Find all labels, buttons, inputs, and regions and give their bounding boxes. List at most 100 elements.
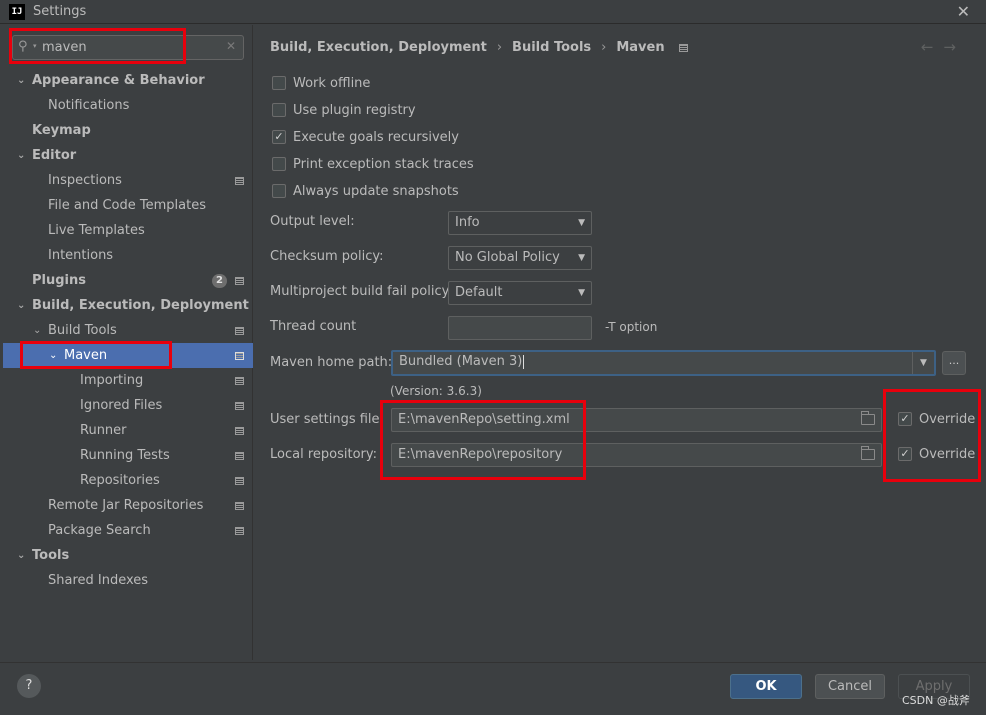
project-settings-icon (235, 427, 244, 435)
project-settings-icon (235, 527, 244, 535)
project-settings-icon (235, 502, 244, 510)
window-title: Settings (33, 4, 87, 19)
help-icon[interactable]: ? (17, 674, 41, 698)
checksum-policy-select[interactable]: No Global Policy ▼ (448, 246, 592, 270)
project-settings-icon (235, 377, 244, 385)
maven-version-text: (Version: 3.6.3) (390, 384, 482, 398)
maven-home-path-label: Maven home path: (270, 355, 393, 370)
highlight-search-box (9, 28, 186, 64)
project-settings-icon (235, 477, 244, 485)
sidebar-item-label: Plugins (32, 273, 86, 288)
chevron-down-icon[interactable]: ⌄ (33, 318, 41, 343)
dropdown-arrow-icon: ▼ (578, 218, 585, 228)
sidebar-item-repositories[interactable]: Repositories (3, 468, 253, 493)
sidebar-item-live-templates[interactable]: Live Templates (3, 218, 253, 243)
sidebar-item-inspections[interactable]: Inspections (3, 168, 253, 193)
select-value: Default (455, 285, 503, 300)
execute-goals-recursively-checkbox[interactable]: ✓ Execute goals recursively (272, 129, 459, 147)
close-icon[interactable]: ✕ (957, 2, 970, 21)
watermark-text: CSDN @战斧 (902, 694, 970, 707)
clear-search-icon[interactable]: ✕ (226, 39, 236, 53)
sidebar-item-label: Package Search (48, 523, 151, 538)
text-cursor (523, 354, 525, 369)
sidebar-item-editor[interactable]: ⌄ Editor (3, 143, 253, 168)
folder-icon[interactable] (861, 446, 875, 460)
back-arrow-icon[interactable]: ← (921, 38, 944, 56)
sidebar-item-shared-indexes[interactable]: Shared Indexes (3, 568, 253, 593)
checkbox-label: Print exception stack traces (293, 157, 474, 172)
title-bar: IJ Settings ✕ (0, 0, 986, 24)
always-update-snapshots-checkbox[interactable]: Always update snapshots (272, 183, 459, 201)
highlight-path-inputs (380, 400, 586, 480)
plugins-update-badge: 2 (212, 274, 227, 288)
chevron-down-icon[interactable]: ⌄ (17, 68, 25, 93)
multiproject-fail-policy-select[interactable]: Default ▼ (448, 281, 592, 305)
sidebar-item-label: Ignored Files (80, 398, 163, 413)
sidebar-item-label: Keymap (32, 123, 91, 138)
thread-count-label: Thread count (270, 319, 357, 334)
checksum-policy-label: Checksum policy: (270, 249, 384, 264)
highlight-maven-item (20, 341, 172, 369)
breadcrumb-item[interactable]: Build Tools (512, 40, 591, 55)
sidebar-item-file-code-templates[interactable]: File and Code Templates (3, 193, 253, 218)
sidebar-item-label: Shared Indexes (48, 573, 149, 588)
breadcrumb-item: Maven (616, 40, 665, 55)
sidebar-item-runner[interactable]: Runner (3, 418, 253, 443)
sidebar-item-importing[interactable]: Importing (3, 368, 253, 393)
project-settings-icon (235, 352, 244, 360)
folder-icon[interactable] (861, 411, 875, 425)
thread-count-hint: -T option (605, 320, 658, 334)
dropdown-arrow-icon[interactable]: ▼ (912, 352, 934, 374)
select-value: Bundled (Maven 3) (399, 354, 523, 369)
sidebar-item-tools[interactable]: ⌄ Tools (3, 543, 253, 568)
sidebar-item-label: Inspections (48, 173, 122, 188)
checkbox-box[interactable] (272, 102, 286, 117)
sidebar-item-label: Build Tools (48, 323, 117, 338)
sidebar-item-remote-jar-repositories[interactable]: Remote Jar Repositories (3, 493, 253, 518)
breadcrumb-separator: › (496, 40, 503, 55)
checkbox-label: Always update snapshots (293, 184, 459, 199)
sidebar-item-intentions[interactable]: Intentions (3, 243, 253, 268)
maven-home-path-select[interactable]: Bundled (Maven 3) ▼ (391, 350, 936, 376)
work-offline-checkbox[interactable]: Work offline (272, 75, 370, 93)
user-settings-file-label: User settings file: (270, 412, 384, 427)
print-exception-stack-traces-checkbox[interactable]: Print exception stack traces (272, 156, 474, 174)
sidebar-item-package-search[interactable]: Package Search (3, 518, 253, 543)
chevron-down-icon[interactable]: ⌄ (17, 543, 25, 568)
sidebar-item-label: Repositories (80, 473, 160, 488)
checkmark-icon[interactable]: ✓ (272, 129, 286, 144)
sidebar-item-ignored-files[interactable]: Ignored Files (3, 393, 253, 418)
thread-count-input[interactable] (448, 316, 592, 340)
sidebar-item-label: Tools (32, 548, 70, 563)
sidebar-item-build-tools[interactable]: ⌄ Build Tools (3, 318, 253, 343)
sidebar-item-running-tests[interactable]: Running Tests (3, 443, 253, 468)
checkbox-box[interactable] (272, 75, 286, 90)
breadcrumb-separator: › (601, 40, 607, 55)
checkbox-label: Execute goals recursively (293, 130, 459, 145)
sidebar-item-label: Remote Jar Repositories (48, 498, 204, 513)
dropdown-arrow-icon: ▼ (578, 253, 585, 263)
breadcrumb-item[interactable]: Build, Execution, Deployment (270, 40, 487, 55)
browse-maven-home-button[interactable]: ... (942, 351, 966, 375)
sidebar-item-label: File and Code Templates (48, 198, 206, 213)
ok-button[interactable]: OK (730, 674, 802, 699)
checkbox-box[interactable] (272, 156, 286, 171)
navigation-arrows: ←→ (921, 38, 966, 56)
chevron-down-icon[interactable]: ⌄ (17, 143, 25, 168)
forward-arrow-icon[interactable]: → (943, 38, 966, 56)
sidebar-item-build-execution-deployment[interactable]: ⌄ Build, Execution, Deployment (3, 293, 253, 318)
sidebar-item-plugins[interactable]: Plugins 2 (3, 268, 253, 293)
output-level-select[interactable]: Info ▼ (448, 211, 592, 235)
chevron-down-icon[interactable]: ⌄ (17, 293, 25, 318)
dropdown-arrow-icon: ▼ (578, 288, 585, 298)
checkbox-box[interactable] (272, 183, 286, 198)
output-level-label: Output level: (270, 214, 355, 229)
sidebar-item-label: Importing (80, 373, 144, 388)
sidebar-item-keymap[interactable]: Keymap (3, 118, 253, 143)
use-plugin-registry-checkbox[interactable]: Use plugin registry (272, 102, 416, 120)
intellij-logo-icon: IJ (9, 4, 25, 20)
sidebar-item-label: Notifications (48, 98, 130, 113)
sidebar-item-notifications[interactable]: Notifications (3, 93, 253, 118)
cancel-button[interactable]: Cancel (815, 674, 885, 699)
sidebar-item-appearance-behavior[interactable]: ⌄ Appearance & Behavior (3, 68, 253, 93)
